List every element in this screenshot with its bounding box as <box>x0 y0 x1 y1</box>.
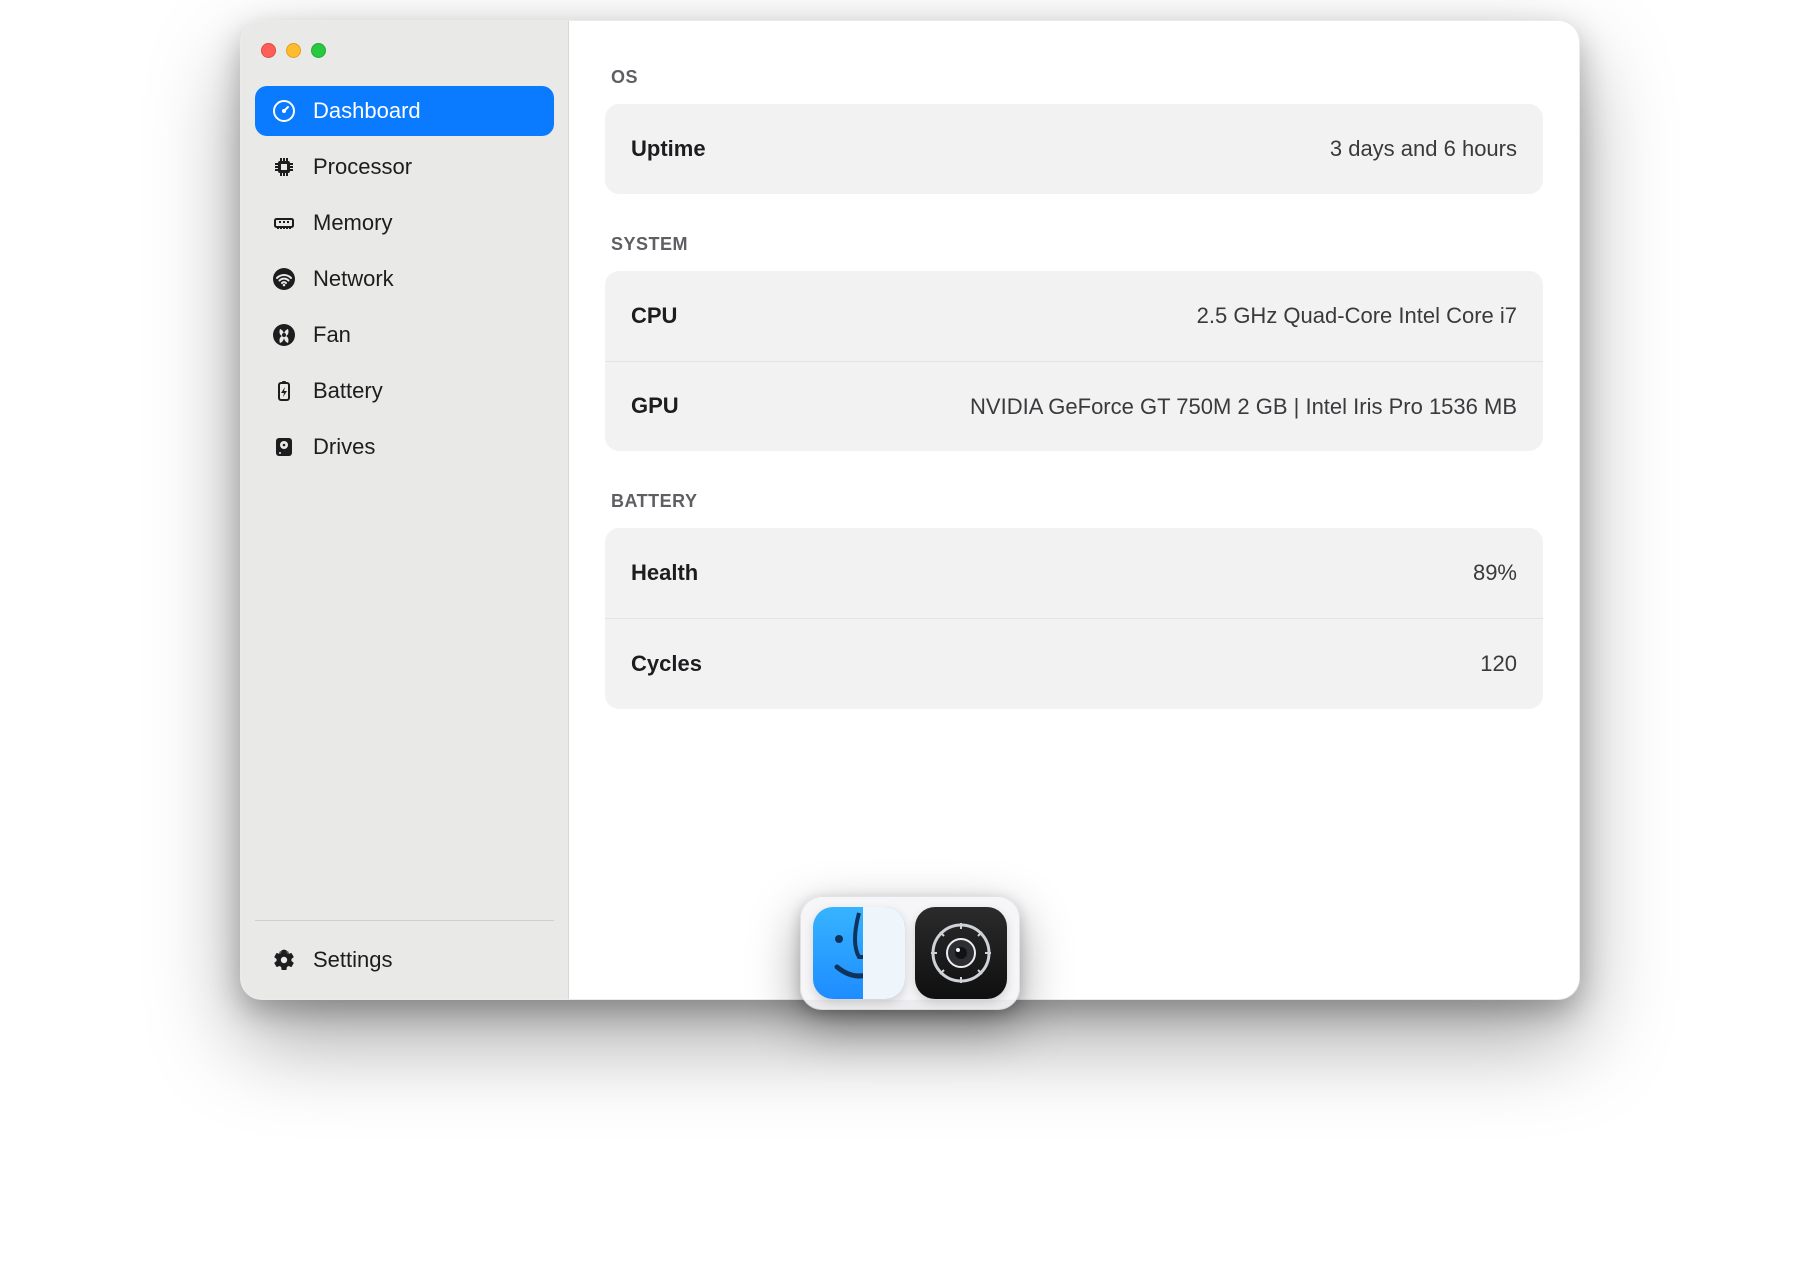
row-label: Cycles <box>631 651 702 677</box>
wifi-icon <box>271 266 297 292</box>
row-value: 89% <box>1473 552 1517 594</box>
card-os: Uptime 3 days and 6 hours <box>605 104 1543 194</box>
sidebar-item-label: Dashboard <box>313 98 421 124</box>
sidebar-item-label: Memory <box>313 210 392 236</box>
drive-icon <box>271 434 297 460</box>
sidebar-item-battery[interactable]: Battery <box>255 366 554 416</box>
gear-icon <box>271 947 297 973</box>
main-content: OS Uptime 3 days and 6 hours SYSTEM CPU … <box>569 21 1579 999</box>
sidebar-item-settings[interactable]: Settings <box>255 935 554 985</box>
close-window-button[interactable] <box>261 43 276 58</box>
sidebar-item-label: Settings <box>313 947 393 973</box>
minimize-window-button[interactable] <box>286 43 301 58</box>
sidebar-item-dashboard[interactable]: Dashboard <box>255 86 554 136</box>
row-value: 3 days and 6 hours <box>1330 128 1517 170</box>
row-gpu: GPU NVIDIA GeForce GT 750M 2 GB | Intel … <box>605 362 1543 452</box>
window-controls <box>255 39 554 86</box>
row-cpu: CPU 2.5 GHz Quad-Core Intel Core i7 <box>605 271 1543 362</box>
row-value: NVIDIA GeForce GT 750M 2 GB | Intel Iris… <box>970 386 1517 428</box>
gear-gauge-icon <box>928 920 994 986</box>
section-title-os: OS <box>611 67 1537 88</box>
sidebar-item-label: Drives <box>313 434 375 460</box>
sidebar-item-label: Network <box>313 266 394 292</box>
section-title-battery: BATTERY <box>611 491 1537 512</box>
dock <box>800 896 1020 1010</box>
sidebar-item-memory[interactable]: Memory <box>255 198 554 248</box>
row-cycles: Cycles 120 <box>605 619 1543 709</box>
card-battery: Health 89% Cycles 120 <box>605 528 1543 709</box>
sidebar-item-processor[interactable]: Processor <box>255 142 554 192</box>
sidebar: Dashboard Processor <box>241 21 569 999</box>
gauge-icon <box>271 98 297 124</box>
row-label: Health <box>631 560 698 586</box>
cpu-icon <box>271 154 297 180</box>
sidebar-item-network[interactable]: Network <box>255 254 554 304</box>
memory-icon <box>271 210 297 236</box>
sidebar-footer: Settings <box>255 920 554 985</box>
sidebar-nav: Dashboard Processor <box>255 86 554 472</box>
finder-icon <box>813 907 905 999</box>
row-value: 120 <box>1480 643 1517 685</box>
row-label: GPU <box>631 393 679 419</box>
sidebar-item-label: Fan <box>313 322 351 348</box>
battery-icon <box>271 378 297 404</box>
app-window: Dashboard Processor <box>240 20 1580 1000</box>
row-value: 2.5 GHz Quad-Core Intel Core i7 <box>1197 295 1517 337</box>
sidebar-item-fan[interactable]: Fan <box>255 310 554 360</box>
section-title-system: SYSTEM <box>611 234 1537 255</box>
dock-app-finder[interactable] <box>813 907 905 999</box>
row-label: CPU <box>631 303 677 329</box>
fullscreen-window-button[interactable] <box>311 43 326 58</box>
row-label: Uptime <box>631 136 706 162</box>
sidebar-item-label: Battery <box>313 378 383 404</box>
sidebar-item-drives[interactable]: Drives <box>255 422 554 472</box>
fan-icon <box>271 322 297 348</box>
sidebar-item-label: Processor <box>313 154 412 180</box>
row-uptime: Uptime 3 days and 6 hours <box>605 104 1543 194</box>
dock-app-system-monitor[interactable] <box>915 907 1007 999</box>
card-system: CPU 2.5 GHz Quad-Core Intel Core i7 GPU … <box>605 271 1543 452</box>
row-health: Health 89% <box>605 528 1543 619</box>
